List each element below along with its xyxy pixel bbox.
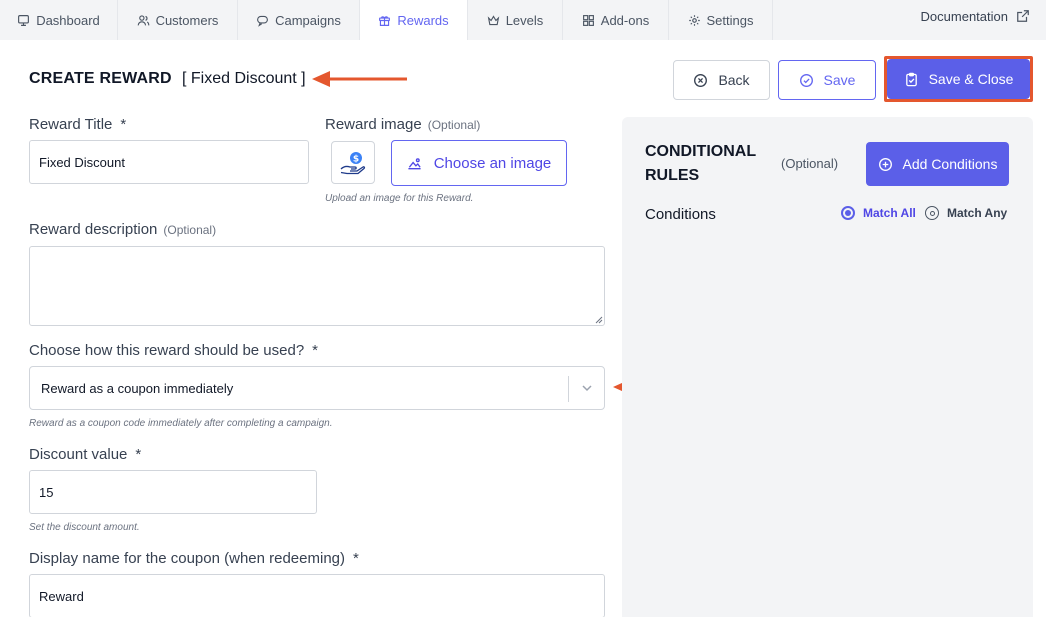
reward-title-label: Reward Title * — [29, 116, 127, 133]
usage-label: Choose how this reward should be used? * — [29, 342, 319, 359]
reward-description-label: Reward description (Optional) — [29, 221, 217, 238]
select-divider — [568, 376, 569, 402]
save-label: Save — [823, 72, 856, 88]
annotation-arrow-title — [312, 71, 407, 87]
documentation-label: Documentation — [920, 8, 1008, 24]
add-conditions-label: Add Conditions — [902, 156, 998, 172]
plus-circle-icon — [878, 157, 892, 171]
usage-help: Reward as a coupon code immediately afte… — [29, 418, 333, 429]
top-nav: Dashboard Customers Campaigns Rewards Le… — [0, 0, 1046, 40]
external-link-icon — [1017, 10, 1029, 22]
tab-campaigns[interactable]: Campaigns — [238, 0, 360, 40]
conditions-label: Conditions — [645, 206, 716, 223]
tab-levels[interactable]: Levels — [468, 0, 563, 40]
resize-grip-icon[interactable] — [595, 316, 603, 324]
image-icon — [408, 157, 421, 169]
tab-dashboard-label: Dashboard — [36, 12, 100, 28]
tab-customers[interactable]: Customers — [118, 0, 238, 40]
campaigns-icon — [257, 15, 269, 27]
match-any-label: Match Any — [947, 206, 1008, 220]
choose-image-label: Choose an image — [433, 154, 552, 172]
tab-addons-label: Add-ons — [600, 12, 650, 28]
tab-dashboard[interactable]: Dashboard — [0, 0, 118, 40]
save-close-button[interactable]: Save & Close — [887, 59, 1030, 99]
dashboard-icon — [18, 14, 30, 26]
reward-description-textarea[interactable] — [29, 246, 605, 326]
reward-image-label: Reward image (Optional) — [325, 116, 481, 133]
radio-selected-icon — [841, 206, 855, 220]
back-button[interactable]: Back — [673, 60, 770, 100]
match-all-label: Match All — [863, 206, 916, 220]
page-title: CREATE REWARD — [29, 70, 172, 87]
page-subtitle: [ Fixed Discount ] — [182, 70, 306, 87]
match-any-radio[interactable]: Match Any — [925, 206, 1007, 220]
gear-icon — [688, 14, 700, 26]
choose-image-button[interactable]: Choose an image — [391, 140, 567, 186]
radio-unselected-icon — [925, 206, 939, 220]
display-name-label: Display name for the coupon (when redeem… — [29, 550, 359, 567]
conditional-rules-title: CONDITIONAL RULES — [645, 143, 756, 184]
discount-value-help: Set the discount amount. — [29, 522, 140, 533]
tab-levels-label: Levels — [505, 12, 544, 28]
tab-rewards[interactable]: Rewards — [360, 0, 468, 40]
discount-value-input[interactable]: 15 — [29, 470, 317, 514]
discount-value-label: Discount value * — [29, 446, 142, 463]
tab-campaigns-label: Campaigns — [275, 12, 341, 28]
svg-text:$: $ — [353, 154, 359, 164]
add-conditions-button[interactable]: Add Conditions — [866, 142, 1009, 186]
clipboard-check-icon — [905, 72, 917, 86]
conditional-rules-optional: (Optional) — [781, 156, 839, 171]
check-circle-icon — [799, 73, 813, 87]
tab-rewards-label: Rewards — [397, 12, 449, 28]
match-all-radio[interactable]: Match All — [841, 206, 916, 220]
tab-customers-label: Customers — [155, 12, 219, 28]
gift-icon — [379, 15, 391, 26]
coin-hand-icon: $ — [340, 151, 366, 174]
conditional-rules-panel — [622, 117, 1033, 617]
back-label: Back — [718, 72, 750, 88]
reward-image-help: Upload an image for this Reward. — [325, 193, 474, 204]
save-close-label: Save & Close — [928, 71, 1014, 87]
usage-select-value: Reward as a coupon immediately — [41, 380, 234, 396]
chevron-down-icon[interactable] — [580, 381, 594, 395]
users-icon — [137, 14, 149, 25]
tab-addons[interactable]: Add-ons — [563, 0, 669, 40]
reward-title-input[interactable]: Fixed Discount — [29, 140, 309, 184]
grid-icon — [582, 14, 594, 26]
reward-image-preview: $ — [331, 141, 375, 184]
usage-select[interactable]: Reward as a coupon immediately — [29, 366, 605, 410]
display-name-input[interactable]: Reward — [29, 574, 605, 617]
crown-icon — [487, 14, 499, 25]
save-button[interactable]: Save — [778, 60, 876, 100]
documentation-link[interactable]: Documentation — [921, 0, 1030, 32]
tab-settings-label: Settings — [706, 12, 754, 28]
tab-settings[interactable]: Settings — [669, 0, 773, 40]
close-circle-icon — [694, 73, 708, 87]
